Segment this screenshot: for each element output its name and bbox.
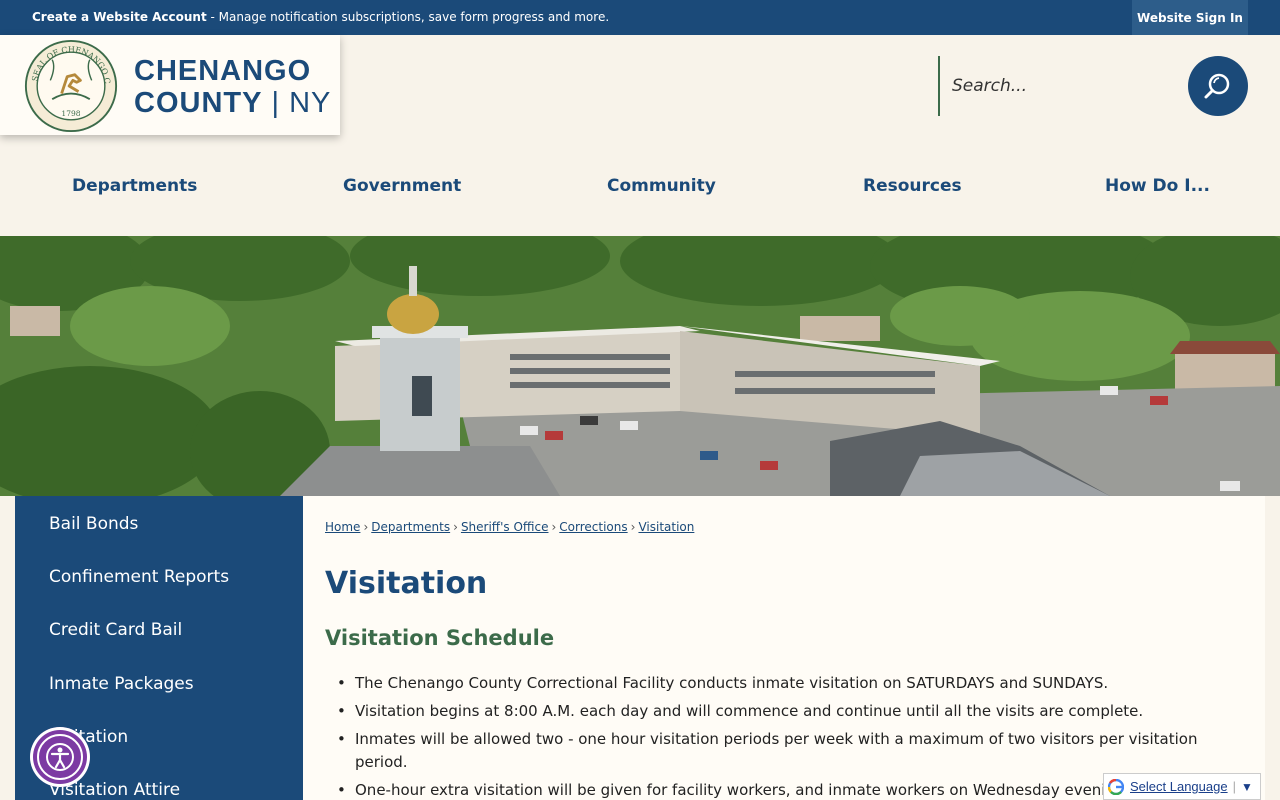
breadcrumb: Home › Departments › Sheriff's Office › Correc… xyxy=(325,520,694,534)
county-name: CHENANGO COUNTY | NY xyxy=(134,55,331,119)
breadcrumb-separator: › xyxy=(551,520,557,534)
breadcrumb-corrections[interactable]: Corrections xyxy=(559,520,627,534)
breadcrumb-departments[interactable]: Departments xyxy=(371,520,450,534)
county-state: NY xyxy=(289,87,332,119)
google-icon xyxy=(1108,778,1124,795)
nav-departments[interactable]: Departments xyxy=(72,176,197,196)
breadcrumb-visitation[interactable]: Visitation xyxy=(638,520,694,534)
county-name-line2: COUNTY xyxy=(134,87,263,119)
main-content: Home › Departments › Sheriff's Office › Correc… xyxy=(303,496,1265,800)
search-button[interactable] xyxy=(1188,56,1248,116)
list-item: The Chenango County Correctional Facilit… xyxy=(337,672,1235,695)
sidebar-item-credit-card-bail[interactable]: Credit Card Bail xyxy=(49,620,182,640)
hero-image xyxy=(0,236,1280,496)
breadcrumb-home[interactable]: Home xyxy=(325,520,360,534)
accessibility-icon xyxy=(46,743,74,771)
nav-how-do-i[interactable]: How Do I... xyxy=(1105,176,1210,196)
list-item: Visitation begins at 8:00 A.M. each day … xyxy=(337,700,1235,723)
sidebar-item-inmate-packages[interactable]: Inmate Packages xyxy=(49,674,194,694)
accessibility-icon-ring xyxy=(37,734,83,780)
select-language-link[interactable]: Select Language xyxy=(1130,779,1228,794)
list-item: Inmates will be allowed two - one hour v… xyxy=(337,728,1235,774)
breadcrumb-separator: › xyxy=(363,520,369,534)
breadcrumb-sheriffs-office[interactable]: Sheriff's Office xyxy=(461,520,549,534)
nav-resources[interactable]: Resources xyxy=(863,176,962,196)
breadcrumb-separator: › xyxy=(630,520,636,534)
aerial-county-office-building-image xyxy=(0,236,1280,496)
create-account-link[interactable]: Create a Website Account xyxy=(32,10,207,24)
sidebar-item-bail-bonds[interactable]: Bail Bonds xyxy=(49,514,138,534)
website-sign-in-button[interactable]: Website Sign In xyxy=(1132,0,1248,35)
seal-year: 1798 xyxy=(61,109,80,118)
nav-government[interactable]: Government xyxy=(343,176,461,196)
chevron-down-icon[interactable]: ▼ xyxy=(1241,780,1253,794)
search-area xyxy=(938,56,1248,116)
breadcrumb-separator: › xyxy=(453,520,458,534)
create-account-description: - Manage notification subscriptions, sav… xyxy=(206,10,610,24)
google-translate-widget[interactable]: Select Language | ▼ xyxy=(1103,773,1261,800)
nav-community[interactable]: Community xyxy=(607,176,716,196)
main-navigation: Departments Government Community Resourc… xyxy=(0,160,1280,214)
translate-separator: | xyxy=(1232,779,1236,794)
search-icon xyxy=(1204,73,1230,99)
top-bar: Create a Website Account - Manage notifi… xyxy=(0,0,1280,35)
county-state-separator: | xyxy=(262,87,290,119)
section-title: Visitation Schedule xyxy=(325,626,555,650)
site-logo[interactable]: SEAL OF CHENANGO COUNTY N.Y. 1798 CHENAN… xyxy=(0,35,340,135)
search-divider xyxy=(938,56,940,116)
sidebar-item-confinement-reports[interactable]: Confinement Reports xyxy=(49,567,229,587)
page-title: Visitation xyxy=(325,566,488,601)
county-seal-icon: SEAL OF CHENANGO COUNTY N.Y. 1798 xyxy=(24,39,118,133)
search-input[interactable] xyxy=(952,70,1182,102)
create-account-message[interactable]: Create a Website Account - Manage notifi… xyxy=(32,10,609,24)
accessibility-button[interactable] xyxy=(30,727,90,787)
county-name-line1: CHENANGO xyxy=(134,55,312,87)
